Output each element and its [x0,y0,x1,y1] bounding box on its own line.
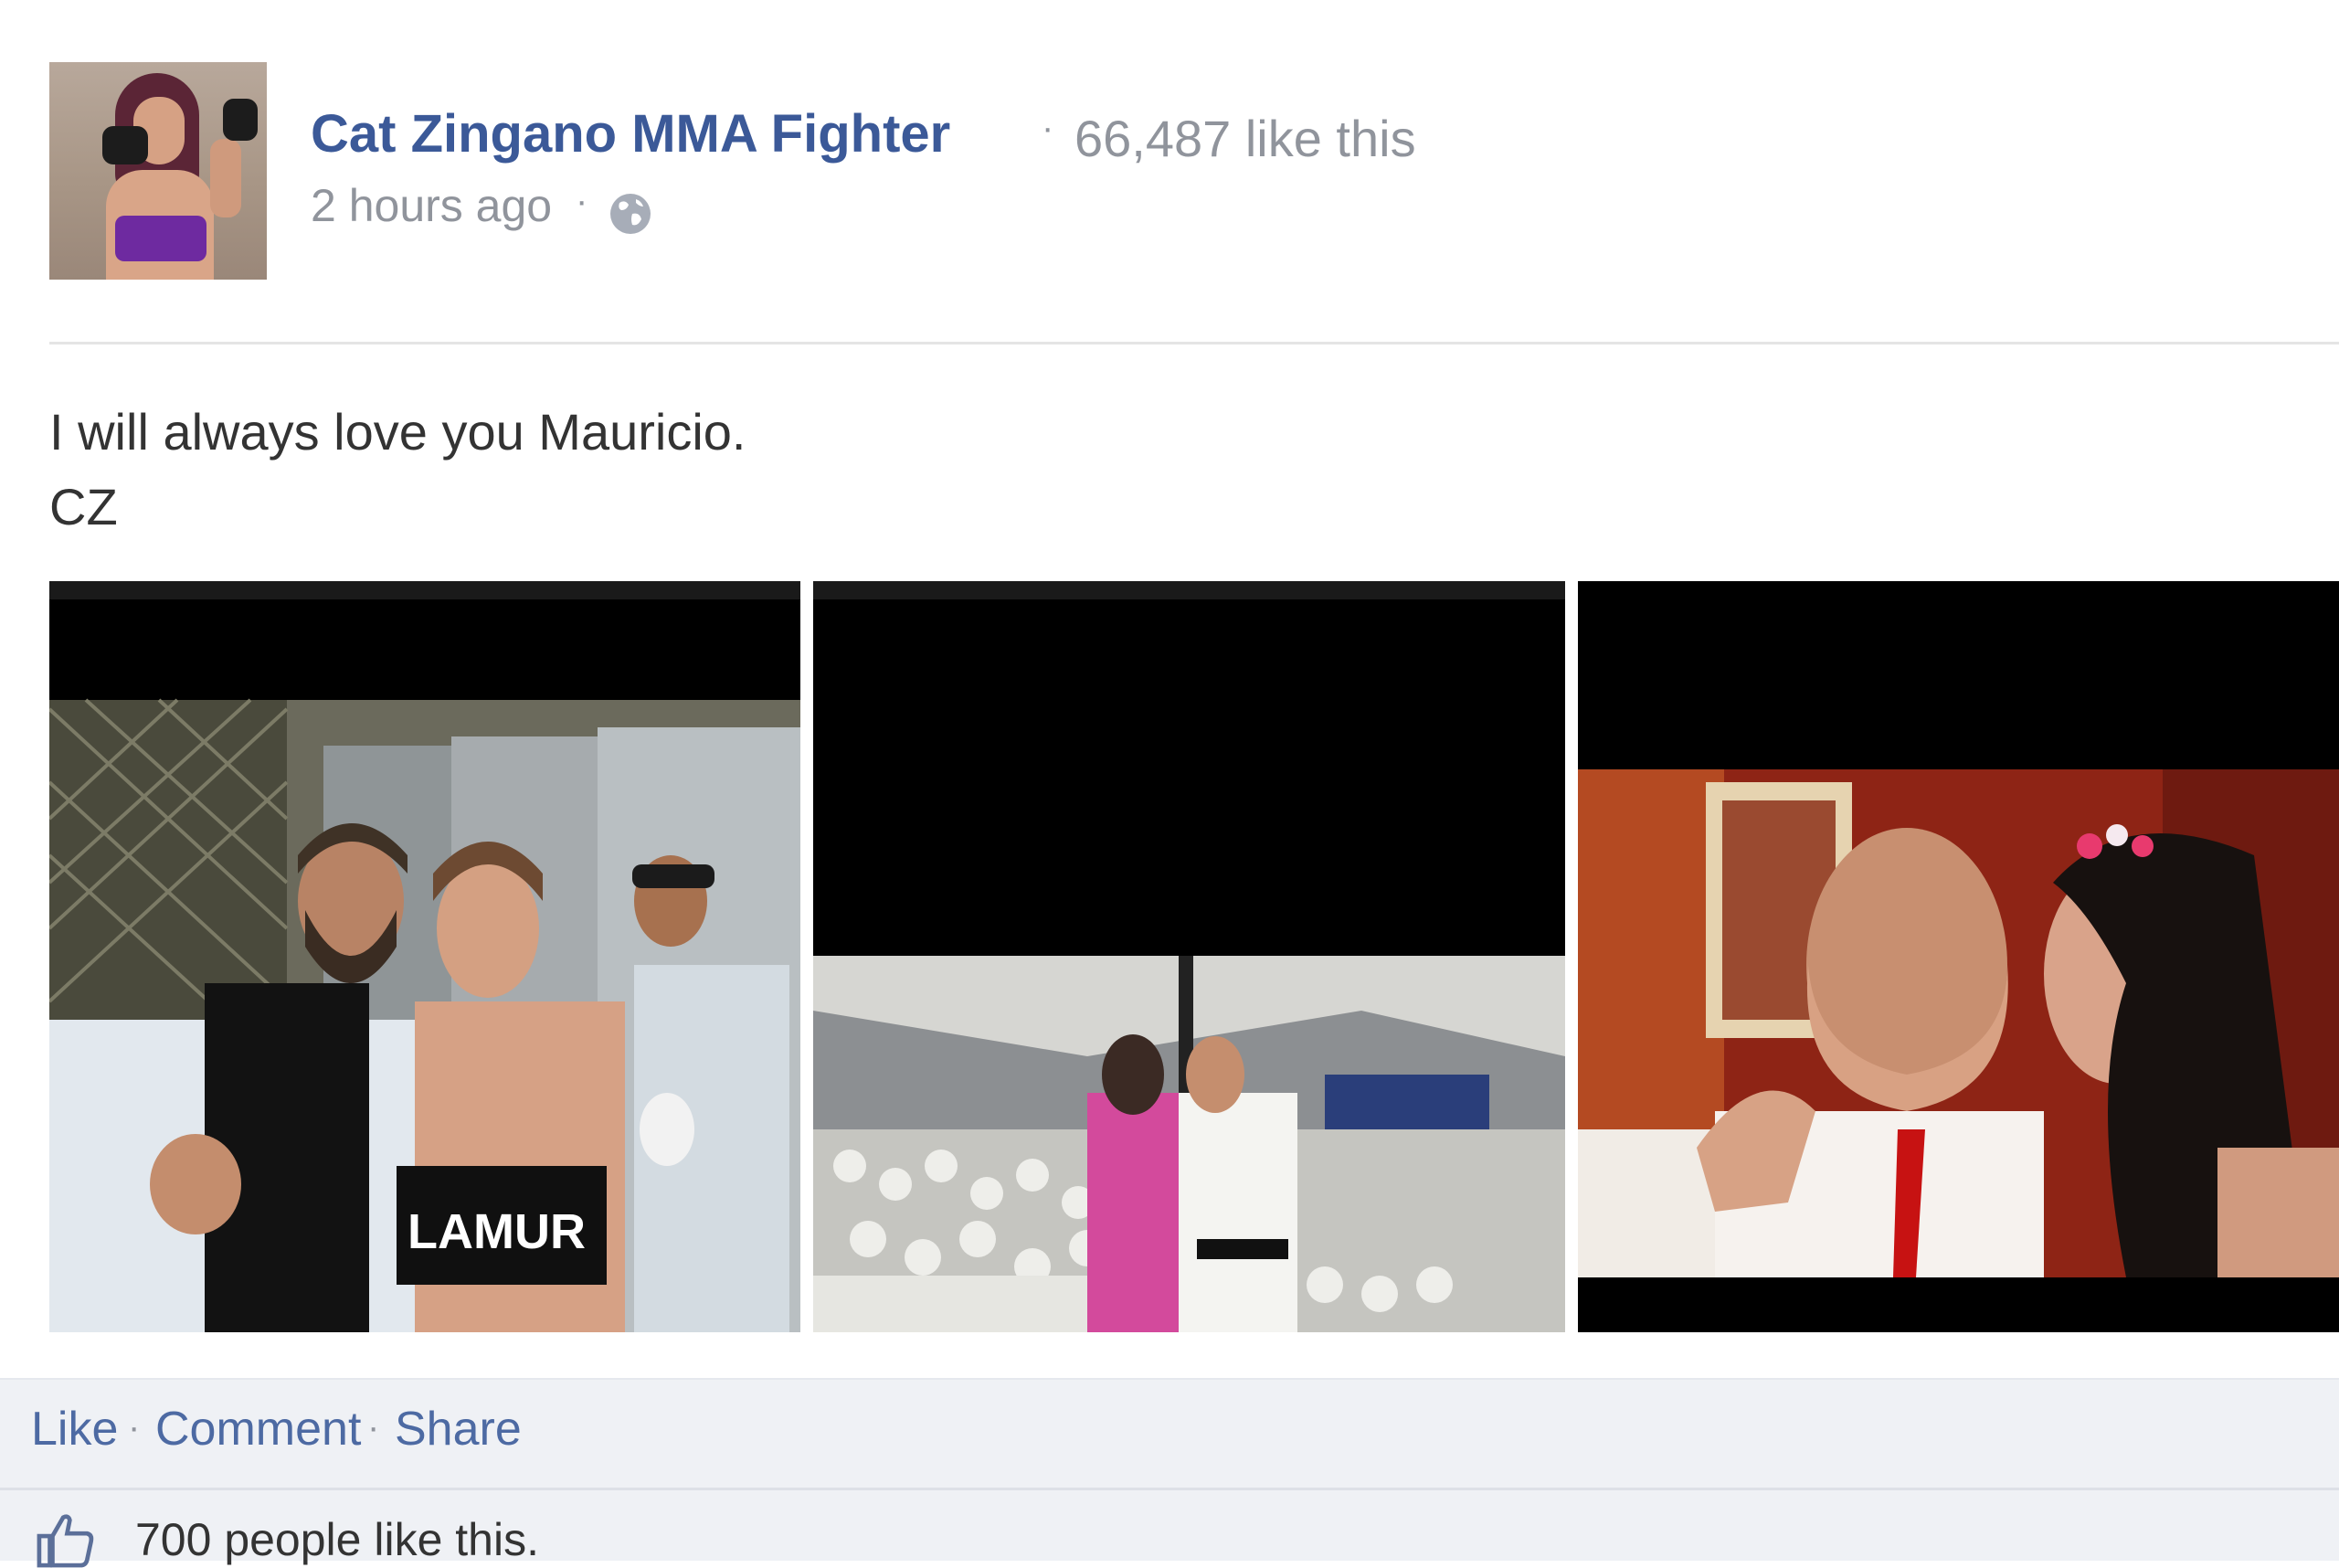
header-divider [49,342,2339,344]
message-line-1: I will always love you Mauricio. [49,403,746,461]
page-likes-count[interactable]: 66,487 like this [1074,113,1416,164]
likes-summary-text[interactable]: 700 people like this. [135,1517,539,1563]
action-separator-1: · [128,1407,141,1447]
post-photo-3[interactable] [1578,581,2339,1332]
post-photo-1[interactable]: LAMUR [49,581,800,1332]
page-avatar[interactable] [49,62,267,280]
page-name-link[interactable]: Cat Zingano MMA Fighter [311,108,950,161]
globe-icon[interactable] [609,192,652,236]
post-photo-2[interactable] [813,581,1565,1332]
message-line-2: CZ [49,478,118,535]
action-separator-2: · [367,1407,380,1447]
like-link[interactable]: Like [31,1405,118,1453]
thumbs-up-icon [37,1514,94,1568]
comment-link[interactable]: Comment [155,1405,361,1453]
photo-1-shirt-text: LAMUR [407,1204,586,1259]
share-link[interactable]: Share [395,1405,522,1453]
post-message: I will always love you Mauricio. CZ [49,395,746,545]
timestamp-separator: · [576,181,588,221]
post-timestamp[interactable]: 2 hours ago [311,183,552,228]
header-separator: · [1042,108,1054,148]
